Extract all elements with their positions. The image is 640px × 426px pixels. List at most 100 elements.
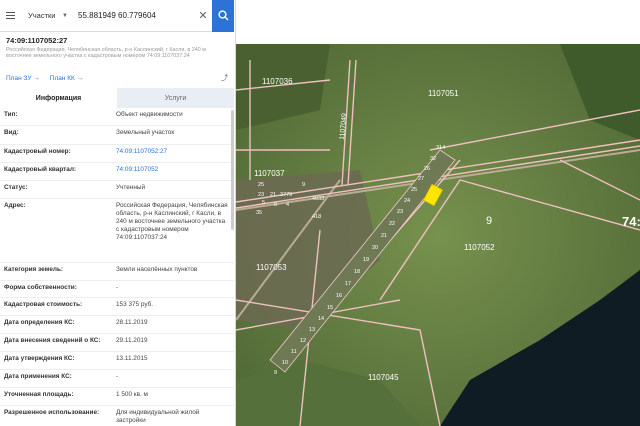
svg-text:23: 23 [258, 192, 264, 198]
attribute-key: Кадастровый квартал: [4, 166, 77, 173]
svg-text:4: 4 [286, 202, 289, 208]
info-panel: Участки ▼ 55.881949 60.779604 ✕ 74:09:11… [0, 0, 236, 426]
attribute-value: Для индивидуальной жилой застройки [116, 409, 200, 424]
attribute-row: Дата определения КС: 28.11.2019 [0, 316, 234, 334]
close-icon[interactable]: ✕ [194, 9, 212, 22]
svg-text:20: 20 [372, 245, 378, 251]
menu-icon[interactable] [0, 0, 20, 32]
plan-kk-link[interactable]: План КК → [50, 75, 83, 82]
svg-text:23: 23 [397, 209, 403, 215]
attribute-row: Категория земель: Земли населённых пункт… [0, 263, 234, 281]
attribute-value: 29.11.2019 [116, 337, 148, 344]
map-label-quarter: 1107052 [464, 243, 495, 252]
svg-text:5: 5 [262, 200, 265, 206]
svg-text:10: 10 [282, 360, 288, 366]
map-label-quarter: 1107037 [254, 169, 285, 178]
map-label-edge: 74: [622, 214, 640, 229]
svg-text:4033: 4033 [312, 196, 324, 202]
share-icon[interactable]: ⤴ [221, 73, 228, 83]
attribute-row: Адрес: Российская Федерация, Челябинская… [0, 199, 234, 263]
layer-select[interactable]: Участки ▼ [20, 11, 74, 20]
svg-text:26: 26 [424, 166, 430, 172]
attribute-row: Кадастровый квартал: 74:09:1107052 [0, 163, 234, 181]
attribute-key: Категория земель: [4, 266, 63, 273]
attribute-key: Тип: [4, 111, 18, 118]
attribute-row: Дата применения КС: - [0, 370, 234, 388]
svg-text:9: 9 [302, 182, 305, 188]
chevron-down-icon: ▼ [62, 12, 68, 19]
attribute-key: Кадастровая стоимость: [4, 301, 83, 308]
scrollbar[interactable] [231, 110, 234, 230]
svg-text:21: 21 [270, 192, 276, 198]
svg-text:16: 16 [336, 293, 342, 299]
attribute-key: Дата применения КС: [4, 373, 72, 380]
attribute-value: Учтенный [116, 184, 146, 191]
attribute-value: Российская Федерация, Челябинская област… [116, 202, 228, 241]
svg-text:35: 35 [256, 210, 262, 216]
attribute-row: Дата внесения сведений о КС: 29.11.2019 [0, 334, 234, 352]
attribute-row: Статус: Учтенный [0, 181, 234, 199]
svg-text:314: 314 [436, 145, 445, 151]
attribute-value: 13.11.2015 [116, 355, 148, 362]
plan-zu-link[interactable]: План ЗУ → [6, 75, 40, 82]
svg-text:19: 19 [363, 257, 369, 263]
search-input[interactable]: 55.881949 60.779604 [74, 11, 194, 20]
plan-links: План ЗУ → План КК → ⤴ [0, 71, 234, 85]
cadastral-quarter-link[interactable]: 74:09:1107052 [116, 166, 228, 174]
svg-text:418: 418 [312, 214, 321, 220]
svg-text:24: 24 [404, 198, 410, 204]
attribute-key: Форма собственности: [4, 284, 77, 291]
attribute-row: Кадастровый номер: 74:09:1107052:27 [0, 145, 234, 163]
tab-services[interactable]: Услуги [117, 88, 234, 108]
attribute-row: Дата утверждения КС: 13.11.2015 [0, 352, 234, 370]
svg-text:6: 6 [274, 202, 277, 208]
attribute-value: - [116, 373, 119, 380]
attribute-row: Кадастровая стоимость: 153 375 руб. [0, 298, 234, 316]
svg-text:14: 14 [318, 316, 324, 322]
attribute-value: - [116, 284, 119, 291]
search-icon [217, 10, 228, 21]
svg-text:21: 21 [381, 233, 387, 239]
cadastral-number-link[interactable]: 74:09:1107052:27 [116, 148, 228, 156]
attribute-key: Кадастровый номер: [4, 148, 71, 155]
map-label-quarter: 1107053 [256, 263, 287, 272]
attribute-value: Земли населённых пунктов [116, 266, 198, 273]
attribute-row: Форма собственности: - [0, 281, 234, 298]
attribute-key: Уточненная площадь: [4, 391, 74, 398]
attribute-value: 1 500 кв. м [116, 391, 148, 398]
attribute-key: Дата утверждения КС: [4, 355, 75, 362]
attribute-key: Дата внесения сведений о КС: [4, 337, 101, 344]
object-address: Российская Федерация, Челябинская област… [6, 47, 206, 60]
svg-text:9: 9 [274, 370, 277, 376]
object-number: 74:09:1107052:27 [6, 36, 68, 45]
svg-text:25: 25 [258, 182, 264, 188]
svg-text:3779: 3779 [280, 192, 292, 198]
attribute-row: Тип: Объект недвижимости [0, 108, 234, 126]
layer-select-label: Участки [28, 11, 56, 20]
attribute-value: Объект недвижимости [116, 111, 183, 118]
attribute-value: 28.11.2019 [116, 319, 148, 326]
attribute-key: Адрес: [4, 202, 26, 209]
map-label-parcel: 9 [486, 215, 492, 227]
search-bar: Участки ▼ 55.881949 60.779604 ✕ [0, 0, 234, 32]
object-header: 74:09:1107052:27 Российская Федерация, Ч… [0, 34, 234, 61]
tabs: Информация Услуги [0, 88, 234, 108]
svg-text:27: 27 [418, 176, 424, 182]
attribute-key: Статус: [4, 184, 28, 191]
svg-text:17: 17 [345, 281, 351, 287]
tab-info[interactable]: Информация [0, 88, 117, 108]
svg-text:22: 22 [389, 221, 395, 227]
svg-text:12: 12 [300, 338, 306, 344]
search-button[interactable] [212, 0, 234, 32]
attribute-value: 153 375 руб. [116, 301, 154, 308]
svg-text:11: 11 [291, 349, 297, 355]
attribute-key: Разрешенное использование: [4, 409, 100, 416]
attribute-key: Дата определения КС: [4, 319, 75, 326]
map-label-quarter: 1107045 [368, 373, 399, 382]
svg-text:18: 18 [354, 269, 360, 275]
attribute-key: Вид: [4, 129, 19, 136]
map-label-quarter: 1107051 [428, 89, 459, 98]
attribute-row: Вид: Земельный участок [0, 126, 234, 145]
svg-text:13: 13 [309, 327, 315, 333]
map-label-quarter: 1107036 [262, 77, 293, 86]
